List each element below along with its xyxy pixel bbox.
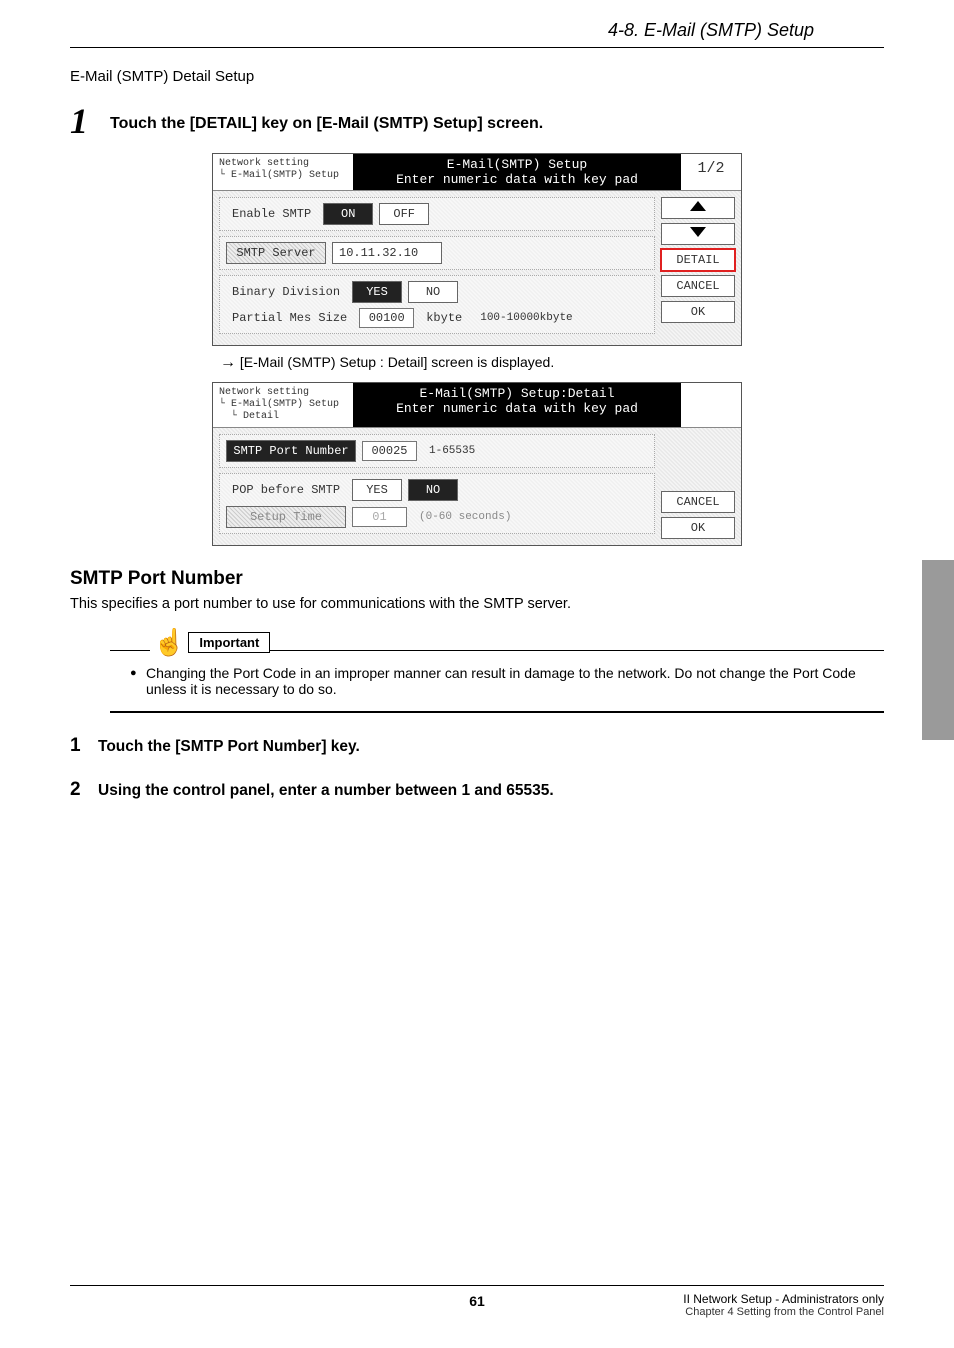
smtp-port-desc: This specifies a port number to use for … [70, 596, 884, 612]
subsection-title: E-Mail (SMTP) Detail Setup [70, 68, 884, 85]
footer-right-line2: Chapter 4 Setting from the Control Panel [683, 1306, 884, 1318]
step-1-row: 1 Touch the [DETAIL] key on [E-Mail (SMT… [70, 103, 884, 139]
smtp-server-value: 10.11.32.10 [332, 242, 442, 264]
panel1-crumb1: Network setting [219, 158, 347, 170]
binary-division-label: Binary Division [226, 285, 346, 299]
smtp-port-number-button[interactable]: SMTP Port Number [226, 440, 356, 462]
smtp-server-button[interactable]: SMTP Server [226, 242, 326, 264]
substep-1: 1 Touch the [SMTP Port Number] key. [70, 735, 884, 757]
important-bottom-line [110, 711, 884, 713]
panel2-crumb1: Network setting [219, 387, 347, 399]
panel1-title: E-Mail(SMTP) Setup Enter numeric data wi… [353, 154, 681, 190]
ok-button-2[interactable]: OK [661, 517, 735, 539]
enable-smtp-label: Enable SMTP [226, 207, 317, 221]
arrow-right-icon: → [220, 354, 236, 371]
partial-size-label: Partial Mes Size [226, 311, 353, 325]
smtp-port-value[interactable]: 00025 [362, 441, 417, 461]
step-number: 1 [70, 103, 96, 139]
panel2-crumb3: Detail [243, 411, 279, 422]
substep-2-num: 2 [70, 779, 98, 801]
no-button[interactable]: NO [408, 281, 458, 303]
yes-button[interactable]: YES [352, 281, 402, 303]
panel1-title-line2: Enter numeric data with key pad [361, 172, 673, 187]
substep-1-num: 1 [70, 735, 98, 757]
panel2-title-line2: Enter numeric data with key pad [361, 401, 673, 416]
partial-size-range: 100-10000kbyte [474, 312, 578, 324]
footer-page-number: 61 [469, 1293, 485, 1309]
page-header: 4-8. E-Mail (SMTP) Setup [70, 0, 884, 48]
on-button[interactable]: ON [323, 203, 373, 225]
panel2-crumbs: Network setting └ E-Mail(SMTP) Setup └ D… [213, 383, 353, 427]
pop-before-smtp-label: POP before SMTP [226, 483, 346, 497]
page-down-button[interactable] [661, 223, 735, 245]
panel1-crumbs: Network setting └ E-Mail(SMTP) Setup [213, 154, 353, 190]
smtp-port-range: 1-65535 [423, 445, 481, 457]
important-label: Important [188, 632, 270, 653]
panel2-title-line1: E-Mail(SMTP) Setup:Detail [361, 386, 673, 401]
setup-time-value: 01 [352, 507, 407, 527]
footer: 61 II Network Setup - Administrators onl… [70, 1285, 884, 1318]
substep-2: 2 Using the control panel, enter a numbe… [70, 779, 884, 801]
arrow-down-icon [690, 227, 706, 237]
hand-icon: ☝ [150, 632, 188, 653]
partial-size-value[interactable]: 00100 [359, 308, 414, 328]
partial-size-unit: kbyte [420, 311, 468, 325]
detail-button[interactable]: DETAIL [661, 249, 735, 271]
cancel-button[interactable]: CANCEL [661, 275, 735, 297]
setup-time-button: Setup Time [226, 506, 346, 528]
side-tab [922, 560, 954, 740]
panel1-crumb2: E-Mail(SMTP) Setup [231, 170, 339, 181]
pop-yes-button[interactable]: YES [352, 479, 402, 501]
pop-no-button[interactable]: NO [408, 479, 458, 501]
panel1-title-line1: E-Mail(SMTP) Setup [361, 157, 673, 172]
panel2-title: E-Mail(SMTP) Setup:Detail Enter numeric … [353, 383, 681, 427]
panel-1-screenshot: Network setting └ E-Mail(SMTP) Setup E-M… [70, 153, 884, 346]
panel2-page-empty [681, 383, 741, 427]
panel1-page: 1/2 [681, 154, 741, 190]
breadcrumb: 4-8. E-Mail (SMTP) Setup [608, 20, 814, 40]
substep-2-text: Using the control panel, enter a number … [98, 782, 554, 800]
step-1-text: Touch the [DETAIL] key on [E-Mail (SMTP)… [110, 103, 543, 133]
important-line-right [270, 650, 884, 651]
off-button[interactable]: OFF [379, 203, 429, 225]
footer-right-line1: II Network Setup - Administrators only [683, 1292, 884, 1306]
panel-2-screenshot: Network setting └ E-Mail(SMTP) Setup └ D… [70, 382, 884, 546]
result-arrow-line: → [E-Mail (SMTP) Setup : Detail] screen … [220, 354, 884, 372]
result-arrow-text: [E-Mail (SMTP) Setup : Detail] screen is… [240, 354, 554, 370]
arrow-up-icon [690, 201, 706, 211]
important-note: Changing the Port Code in an improper ma… [130, 665, 884, 697]
page-up-button[interactable] [661, 197, 735, 219]
cancel-button-2[interactable]: CANCEL [661, 491, 735, 513]
important-block: ☝ Important Changing the Port Code in an… [110, 632, 884, 713]
ok-button[interactable]: OK [661, 301, 735, 323]
substep-1-text: Touch the [SMTP Port Number] key. [98, 738, 360, 756]
panel2-crumb2: E-Mail(SMTP) Setup [231, 399, 339, 410]
important-line-left [110, 650, 150, 651]
smtp-port-heading: SMTP Port Number [70, 568, 884, 590]
setup-time-range: (0-60 seconds) [413, 511, 517, 523]
